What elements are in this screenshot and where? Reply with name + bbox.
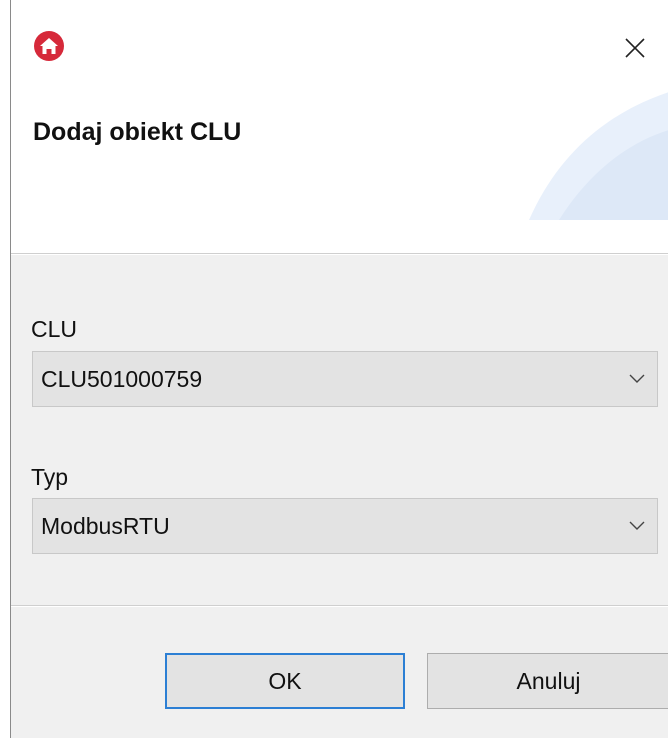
dialog-footer: OK Anuluj bbox=[11, 607, 668, 738]
close-button[interactable] bbox=[619, 32, 651, 64]
clu-label: CLU bbox=[31, 316, 78, 342]
dialog-window: Dodaj obiekt CLU CLU CLU501000759 Typ Mo… bbox=[10, 0, 668, 738]
typ-select[interactable]: ModbusRTU bbox=[32, 498, 658, 554]
clu-select[interactable]: CLU501000759 bbox=[32, 351, 658, 407]
clu-select-value: CLU501000759 bbox=[41, 365, 203, 392]
dialog-header: Dodaj obiekt CLU bbox=[11, 0, 668, 254]
typ-select-value: ModbusRTU bbox=[41, 512, 170, 539]
close-icon bbox=[625, 38, 645, 58]
dialog-title: Dodaj obiekt CLU bbox=[33, 118, 242, 146]
chevron-down-icon bbox=[617, 499, 657, 553]
chevron-down-icon bbox=[617, 352, 657, 406]
ok-button[interactable]: OK bbox=[165, 653, 405, 709]
home-icon bbox=[33, 30, 65, 62]
typ-label: Typ bbox=[31, 464, 69, 490]
cancel-button[interactable]: Anuluj bbox=[427, 653, 668, 709]
dialog-body: CLU CLU501000759 Typ ModbusRTU bbox=[11, 255, 668, 606]
header-swoosh-decoration bbox=[529, 92, 668, 220]
